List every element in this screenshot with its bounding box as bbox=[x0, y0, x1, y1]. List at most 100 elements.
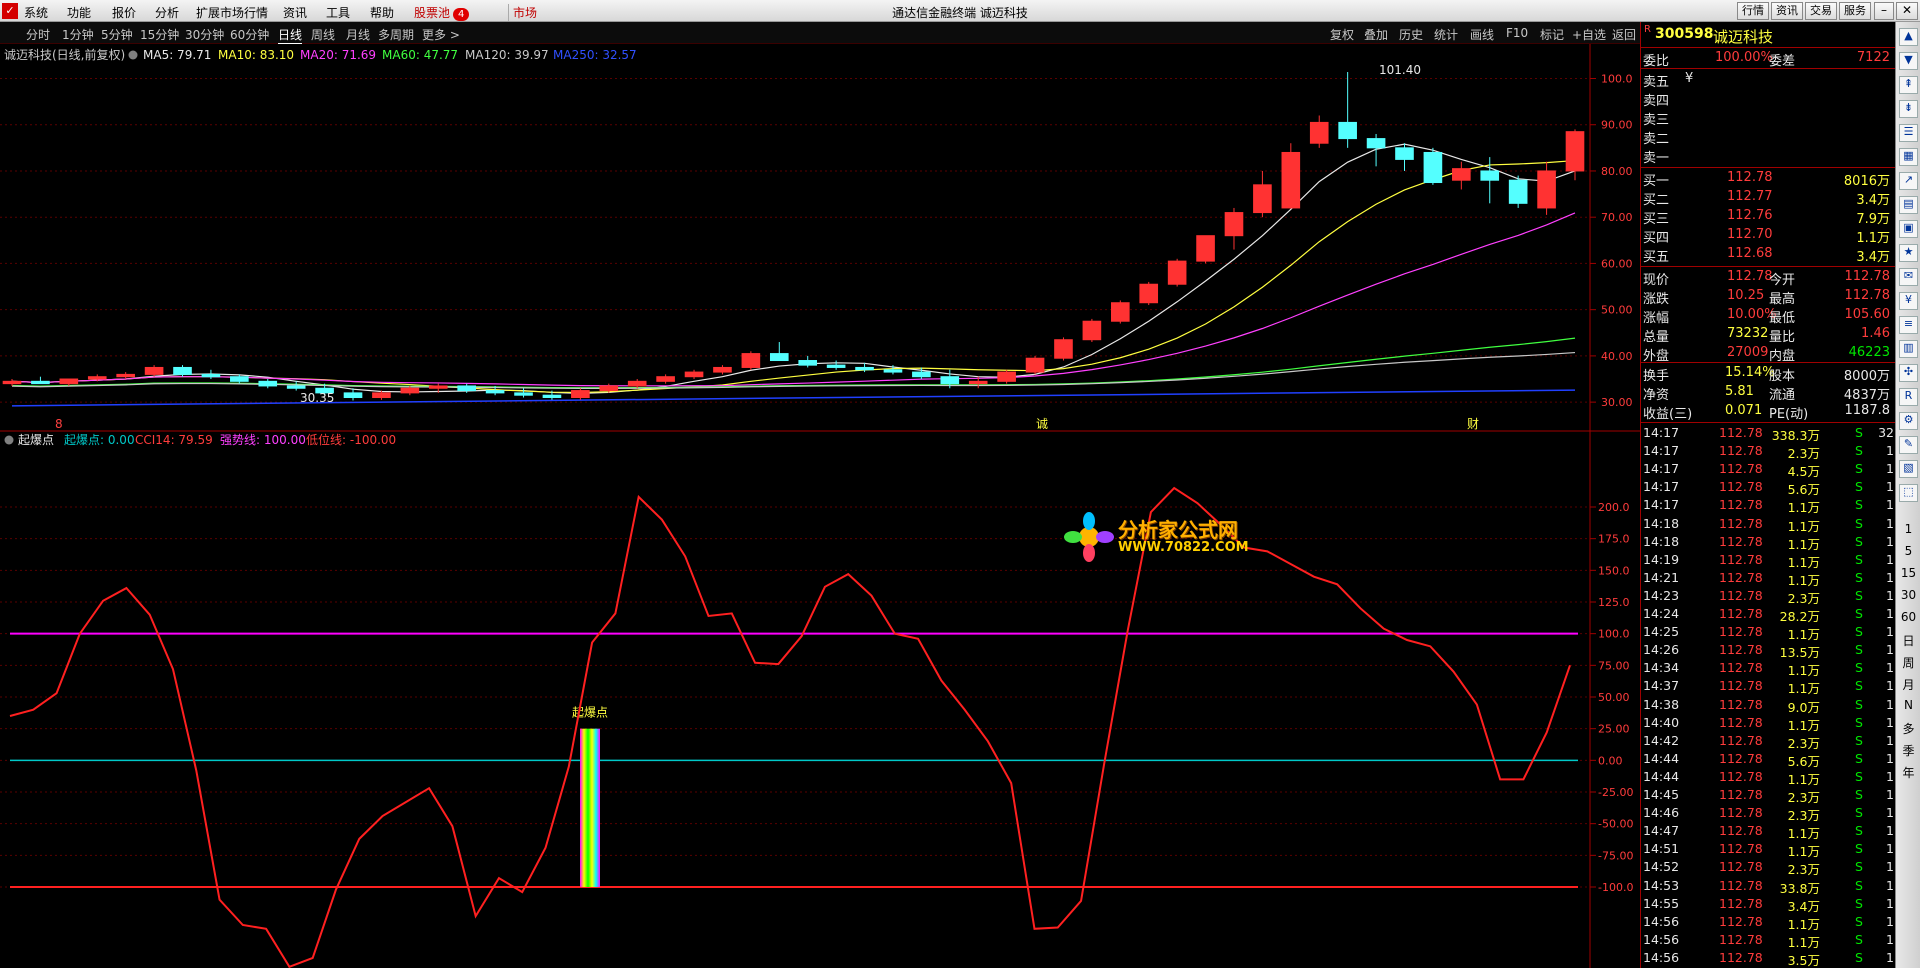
header-btn-trade[interactable]: 交易 bbox=[1805, 2, 1837, 20]
rights-marker: R bbox=[1644, 24, 1651, 35]
tool-fuquan[interactable]: 复权 bbox=[1330, 26, 1354, 43]
fs-icon[interactable]: ⬚ bbox=[1899, 484, 1918, 502]
calendar-icon[interactable]: ▣ bbox=[1899, 220, 1918, 238]
period-tab[interactable]: 周线 bbox=[311, 26, 335, 43]
tool-stats[interactable]: 统计 bbox=[1434, 26, 1458, 43]
list-icon[interactable]: ☰ bbox=[1899, 124, 1918, 142]
tick-s: S bbox=[1855, 949, 1863, 965]
settings-icon[interactable]: ⚙ bbox=[1899, 412, 1918, 430]
period-tab[interactable]: 60分钟 bbox=[230, 26, 269, 43]
sidebar-period[interactable]: N bbox=[1899, 698, 1918, 712]
candle-body bbox=[883, 369, 903, 373]
tick-row: 14:34 112.78 1.1万 S 1 bbox=[1641, 659, 1896, 678]
rsi-icon[interactable]: R bbox=[1899, 388, 1918, 406]
menu-function[interactable]: 功能 bbox=[67, 4, 91, 21]
tick-n: 1 bbox=[1886, 533, 1894, 549]
news-icon[interactable]: ✉ bbox=[1899, 268, 1918, 286]
menu-system[interactable]: 系统 bbox=[24, 4, 48, 21]
price-axis-label: 40.00 bbox=[1601, 350, 1633, 363]
lock-icon[interactable]: ▧ bbox=[1899, 460, 1918, 478]
menu-extended-market[interactable]: 扩展市场行情 bbox=[196, 4, 268, 21]
period-tab[interactable]: 5分钟 bbox=[101, 26, 133, 43]
header-btn-info[interactable]: 资讯 bbox=[1771, 2, 1803, 20]
tool-draw[interactable]: 画线 bbox=[1470, 26, 1494, 43]
period-tab[interactable]: 30分钟 bbox=[185, 26, 224, 43]
legend-toggle-icon[interactable] bbox=[128, 50, 138, 60]
pen-icon[interactable]: ✎ bbox=[1899, 436, 1918, 454]
legend-qbd: 起爆点: 0.00 bbox=[64, 433, 135, 447]
fz-icon[interactable]: ≡ bbox=[1899, 316, 1918, 334]
sidebar-period[interactable]: 多 bbox=[1899, 720, 1918, 737]
tick-t: 14:24 bbox=[1643, 606, 1680, 621]
period-tab[interactable]: 1分钟 bbox=[62, 26, 94, 43]
menu-bar: ✓ 系统 功能 报价 分析 扩展市场行情 资讯 工具 帮助 股票池 4 市场 通达… bbox=[0, 0, 1920, 22]
indicator-axis-label: -75.00 bbox=[1598, 849, 1633, 862]
period-tab[interactable]: 多周期 bbox=[378, 26, 414, 43]
period-more[interactable]: 更多 > bbox=[422, 26, 460, 43]
tool-history[interactable]: 历史 bbox=[1399, 26, 1423, 43]
high-annotation: 101.40 bbox=[1379, 63, 1421, 77]
menu-quote[interactable]: 报价 bbox=[112, 4, 136, 21]
tick-t: 14:37 bbox=[1643, 678, 1680, 694]
indicator-toggle-icon[interactable] bbox=[4, 435, 14, 445]
sidebar-period[interactable]: 季 bbox=[1899, 742, 1918, 759]
tool-mark[interactable]: 标记 bbox=[1540, 26, 1564, 43]
tick-row: 14:40 112.78 1.1万 S 1 bbox=[1641, 714, 1896, 733]
grid-icon[interactable]: ▦ bbox=[1899, 148, 1918, 166]
candle-body bbox=[912, 371, 931, 378]
page-down-icon[interactable]: ⇟ bbox=[1899, 100, 1918, 118]
period-tab[interactable]: 月线 bbox=[346, 26, 370, 43]
sidebar-period[interactable]: 年 bbox=[1899, 764, 1918, 781]
tool-add-watch[interactable]: +自选 bbox=[1572, 26, 1606, 43]
close-icon[interactable]: ✕ bbox=[1896, 2, 1918, 20]
tool-overlay[interactable]: 叠加 bbox=[1364, 26, 1388, 43]
period-tab-selected[interactable]: 日线 bbox=[278, 26, 303, 44]
sidebar-period[interactable]: 周 bbox=[1899, 654, 1918, 671]
tick-n: 1 bbox=[1886, 587, 1894, 603]
header-btn-quote[interactable]: 行情 bbox=[1737, 2, 1769, 20]
tick-row: 14:56 112.78 1.1万 S 1 bbox=[1641, 931, 1896, 950]
tool-back[interactable]: 返回 bbox=[1612, 26, 1636, 43]
stat-row: 总量 73232 量比 1.46 bbox=[1641, 325, 1896, 345]
minimize-icon[interactable]: – bbox=[1874, 2, 1894, 20]
sidebar-period[interactable]: 60 bbox=[1899, 610, 1918, 624]
sidebar-period[interactable]: 5 bbox=[1899, 544, 1918, 558]
finance-icon[interactable]: ¥ bbox=[1899, 292, 1918, 310]
menu-stock-pool[interactable]: 股票池 4 bbox=[414, 4, 470, 21]
menu-tools[interactable]: 工具 bbox=[326, 4, 350, 21]
chart-icon[interactable]: ↗ bbox=[1899, 172, 1918, 190]
table-icon[interactable]: ▤ bbox=[1899, 196, 1918, 214]
sidebar-period[interactable]: 15 bbox=[1899, 566, 1918, 580]
stat-label: 涨跌 bbox=[1643, 292, 1670, 307]
rank-icon[interactable]: ▥ bbox=[1899, 340, 1918, 358]
header-btn-service[interactable]: 服务 bbox=[1839, 2, 1871, 20]
sidebar-period[interactable]: 日 bbox=[1899, 632, 1918, 649]
menu-analysis[interactable]: 分析 bbox=[155, 4, 179, 21]
compass-icon[interactable]: ✣ bbox=[1899, 364, 1918, 382]
period-tab[interactable]: 15分钟 bbox=[140, 26, 179, 43]
tick-row: 14:56 112.78 1.1万 S 1 bbox=[1641, 913, 1896, 932]
sidebar-period[interactable]: 月 bbox=[1899, 676, 1918, 693]
indicator-axis-label: -100.0 bbox=[1598, 881, 1633, 894]
sidebar-period[interactable]: 1 bbox=[1899, 522, 1918, 536]
menu-market[interactable]: 市场 bbox=[508, 4, 537, 21]
star-icon[interactable]: ★ bbox=[1899, 244, 1918, 262]
candle-body bbox=[258, 380, 278, 387]
tick-p: 112.78 bbox=[1719, 949, 1763, 965]
menu-info[interactable]: 资讯 bbox=[283, 4, 307, 21]
arrow-up-icon[interactable]: ▲ bbox=[1899, 28, 1918, 46]
tick-row: 14:44 112.78 1.1万 S 1 bbox=[1641, 768, 1896, 787]
period-tab[interactable]: 分时 bbox=[26, 26, 50, 43]
page-up-icon[interactable]: ⇞ bbox=[1899, 76, 1918, 94]
candle-body bbox=[400, 387, 420, 394]
sidebar-period[interactable]: 30 bbox=[1899, 588, 1918, 602]
stat-value: 73232 bbox=[1727, 326, 1769, 341]
kline-chart[interactable]: 100.090.0080.0070.0060.0050.0040.0030.00… bbox=[0, 44, 1640, 968]
tool-f10[interactable]: F10 bbox=[1506, 26, 1528, 40]
legend-cci: CCI14: 79.59 bbox=[135, 433, 213, 447]
arrow-down-icon[interactable]: ▼ bbox=[1899, 52, 1918, 70]
buy-price: 112.70 bbox=[1727, 227, 1773, 242]
menu-help[interactable]: 帮助 bbox=[370, 4, 394, 21]
stat-value: 105.60 bbox=[1844, 307, 1891, 322]
tick-s: S bbox=[1855, 787, 1863, 802]
